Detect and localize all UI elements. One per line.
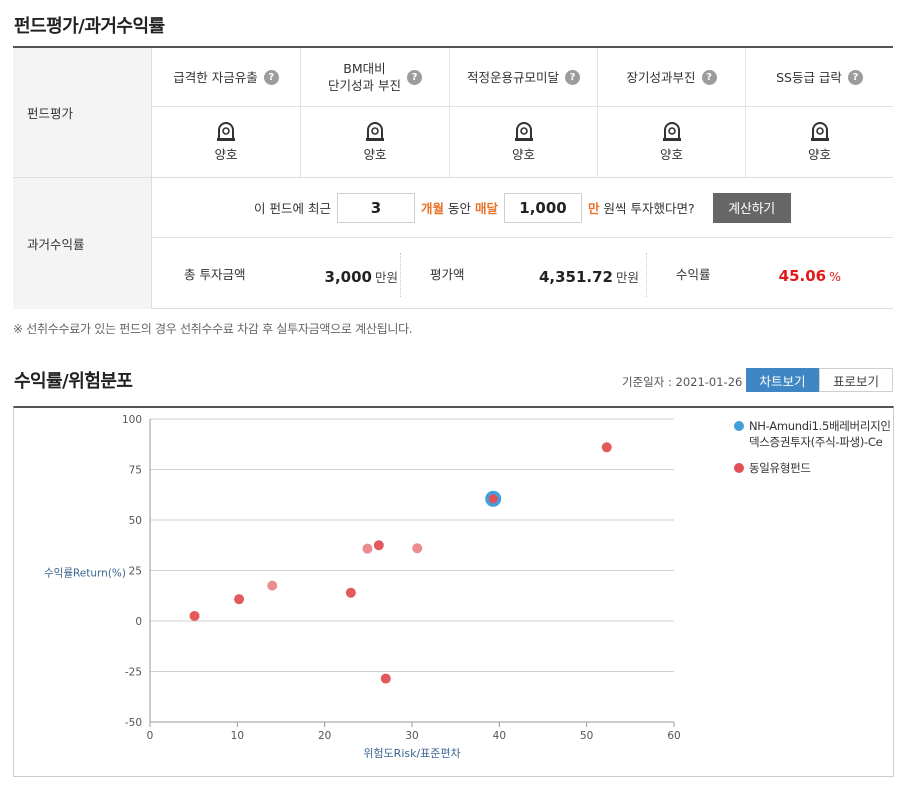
past-return-calculator: 이 펀드에 최근 3 개월 동안 매달 1,000 만 원씩 투자했다면? 계산…	[152, 178, 893, 238]
legend-item[interactable]: NH-Amundi1.5배레버리지인 덱스증권투자(주식-파생)-Ce	[734, 418, 891, 450]
result-divider	[400, 253, 401, 297]
legend-dot-icon	[734, 463, 744, 473]
y-axis-label: 수익률Return(%)	[44, 567, 126, 580]
data-point-peer	[601, 442, 612, 453]
fund-eval-title: 펀드평가/과거수익률	[14, 16, 165, 37]
lamp-icon	[217, 122, 235, 141]
fund-eval-row-label: 펀드평가	[13, 48, 152, 178]
data-point-peer	[189, 610, 200, 621]
return-rate-label: 수익률	[676, 267, 711, 282]
lamp-icon	[514, 122, 533, 141]
past-return-row-label: 과거수익률	[13, 178, 152, 309]
fund-eval-table: 펀드평가 과거수익률 급격한 자금유출? BM대비 단기성과 부진? 적정운용규모미달…	[13, 46, 893, 309]
fee-note: ※ 선취수수료가 있는 펀드의 경우 선취수수료 차감 후 실투자금액으로 계산…	[13, 322, 413, 336]
months-input[interactable]: 3	[336, 192, 415, 223]
legend-label: NH-Amundi1.5배레버리지인 덱스증권투자(주식-파생)-Ce	[749, 419, 891, 449]
legend-label: 동일유형펀드	[749, 461, 811, 475]
eval-value-5: 양호	[746, 107, 893, 177]
x-tick-label: 60	[667, 730, 680, 742]
eval-header-1: 급격한 자금유출?	[152, 48, 301, 106]
eval-value-4: 양호	[598, 107, 746, 177]
y-tick-label: 25	[129, 566, 142, 578]
data-point-peer	[373, 540, 384, 551]
x-tick-label: 40	[493, 730, 506, 742]
data-point-peer	[345, 587, 356, 598]
eval-status: 양호	[511, 147, 535, 162]
eval-amount-value: 4,351.72 만원	[538, 268, 639, 286]
past-return-result: 총 투자금액 3,000 만원 평가액 4,351.72 만원 수익률 45.06%	[152, 239, 893, 309]
eval-header-label: 장기성과부진	[626, 69, 696, 85]
calculate-button[interactable]: 계산하기	[712, 192, 791, 223]
eval-header-label: SS등급 급락	[776, 69, 842, 85]
tab-chart-view[interactable]: 차트보기	[746, 368, 819, 392]
legend-dot-icon	[734, 421, 744, 431]
amount-unit: 만	[588, 201, 600, 216]
calc-prefix: 이 펀드에 최근	[254, 201, 331, 216]
eval-header-2: BM대비 단기성과 부진?	[301, 48, 450, 106]
x-tick-label: 30	[405, 730, 418, 742]
eval-status: 양호	[214, 147, 238, 162]
eval-value-3: 양호	[450, 107, 598, 177]
eval-header-4: 장기성과부진?	[598, 48, 746, 106]
eval-status: 양호	[659, 147, 683, 162]
tab-table-view[interactable]: 표로보기	[819, 368, 893, 392]
eval-value-1: 양호	[152, 107, 301, 177]
calc-suffix: 원씩 투자했다면?	[603, 201, 695, 216]
help-icon[interactable]: ?	[565, 69, 580, 85]
eval-header-label: 급격한 자금유출	[173, 69, 258, 85]
eval-header-label: 적정운용규모미달	[466, 69, 559, 85]
help-icon[interactable]: ?	[847, 69, 863, 85]
total-invest-value: 3,000 만원	[324, 268, 398, 286]
calc-middle: 동안	[447, 201, 471, 216]
lamp-icon	[662, 122, 681, 141]
data-point-peer	[267, 580, 278, 591]
data-point-peer	[380, 673, 391, 684]
fund-eval-value-row: 양호 양호 양호 양호 양호	[152, 107, 893, 178]
base-date: 기준일자 : 2021-01-26	[622, 375, 743, 389]
x-tick-label: 0	[147, 730, 154, 742]
eval-header-label: BM대비 단기성과 부진	[328, 61, 401, 93]
eval-value-2: 양호	[301, 107, 450, 177]
data-point-peer	[412, 543, 423, 554]
data-point-this-fund-center	[488, 494, 498, 504]
y-tick-label: -25	[125, 667, 142, 679]
eval-header-5: SS등급 급락?	[746, 48, 893, 106]
y-tick-label: 50	[129, 515, 142, 527]
months-label: 개월	[420, 201, 444, 216]
chart-legend: NH-Amundi1.5배레버리지인 덱스증권투자(주식-파생)-Ce 동일유형펀드	[734, 418, 891, 486]
data-point-peer	[362, 543, 373, 554]
result-divider	[646, 253, 647, 297]
eval-status: 양호	[807, 147, 831, 162]
monthly-label: 매달	[474, 201, 498, 216]
y-tick-label: -50	[125, 717, 142, 729]
x-tick-label: 50	[580, 730, 593, 742]
chart-section-title: 수익률/위험분포	[14, 371, 133, 392]
legend-item[interactable]: 동일유형펀드	[734, 460, 891, 476]
help-icon[interactable]: ?	[263, 69, 279, 85]
eval-status: 양호	[363, 147, 387, 162]
help-icon[interactable]: ?	[701, 69, 717, 85]
help-icon[interactable]: ?	[406, 69, 422, 85]
return-rate-value: 45.06%	[778, 267, 841, 285]
eval-header-3: 적정운용규모미달?	[450, 48, 598, 106]
risk-return-chart: 100 75 50 25 0 -25 -50 0 10 20 30 40 50 60 위험도Risk/표준편…	[13, 406, 894, 777]
x-tick-label: 10	[231, 730, 244, 742]
lamp-icon	[810, 122, 829, 141]
x-tick-label: 20	[318, 730, 331, 742]
x-axis-label: 위험도Risk/표준편차	[363, 747, 460, 760]
y-tick-label: 0	[135, 616, 142, 628]
amount-input[interactable]: 1,000	[504, 192, 582, 223]
y-tick-label: 75	[129, 465, 142, 477]
total-invest-label: 총 투자금액	[184, 267, 246, 282]
eval-amount-label: 평가액	[430, 267, 465, 282]
y-tick-label: 100	[122, 414, 142, 426]
fund-eval-header-row: 급격한 자금유출? BM대비 단기성과 부진? 적정운용규모미달? 장기성과부진? SS등…	[152, 48, 893, 107]
lamp-icon	[366, 122, 384, 141]
data-point-peer	[234, 594, 245, 605]
